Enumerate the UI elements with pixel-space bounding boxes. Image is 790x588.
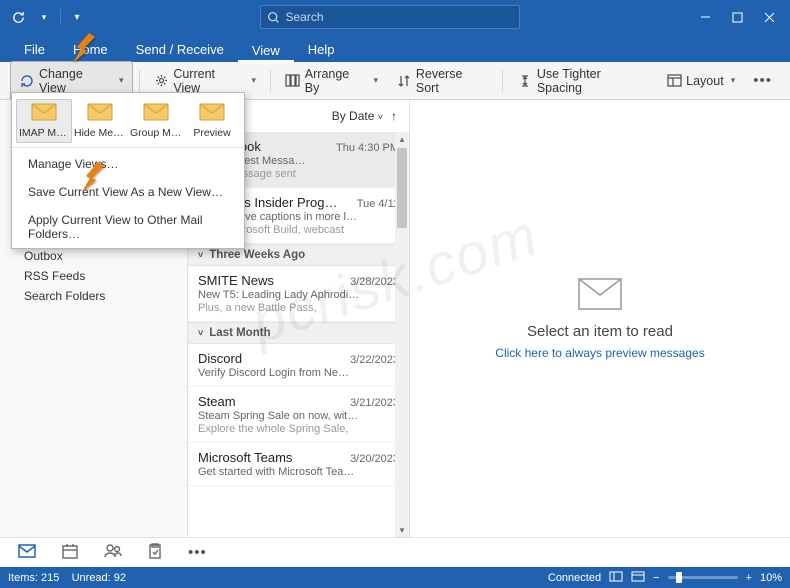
message-subject: Get started with Microsoft Tea… bbox=[198, 466, 399, 478]
message-item[interactable]: Steam 3/21/2023Steam Spring Sale on now, … bbox=[188, 387, 409, 443]
gear-icon bbox=[154, 73, 170, 89]
undo-icon[interactable]: ▾ bbox=[32, 5, 56, 29]
scroll-down-icon[interactable]: ▾ bbox=[395, 523, 409, 537]
message-subject: Verify Discord Login from Ne… bbox=[198, 367, 399, 379]
envelope-icon bbox=[577, 277, 623, 311]
message-from: Microsoft Teams bbox=[198, 450, 292, 465]
envelope-icon bbox=[30, 103, 58, 123]
message-date: 3/28/2023 bbox=[350, 276, 399, 288]
always-preview-link[interactable]: Click here to always preview messages bbox=[495, 346, 704, 360]
tighter-spacing-button[interactable]: Use Tighter Spacing bbox=[509, 62, 656, 100]
gallery-view-item[interactable]: Group Me… bbox=[128, 99, 184, 143]
message-from: Discord bbox=[198, 351, 242, 366]
sidebar-item-search-folders[interactable]: Search Folders bbox=[0, 286, 187, 306]
people-nav-icon[interactable] bbox=[104, 543, 122, 562]
message-group-header[interactable]: ˅Last Month bbox=[188, 322, 409, 344]
chevron-down-icon: ▾ bbox=[731, 75, 736, 86]
change-view-icon bbox=[19, 73, 35, 89]
envelope-icon bbox=[86, 103, 114, 123]
scrollbar[interactable]: ▴ ▾ bbox=[395, 132, 409, 537]
qa-overflow-icon[interactable]: ▾ bbox=[65, 5, 89, 29]
message-item[interactable]: SMITE News 3/28/2023New T5: Leading Lady … bbox=[188, 266, 409, 322]
change-view-gallery: IMAP Mes…Hide Mess…Group Me…Preview Mana… bbox=[11, 92, 245, 249]
title-bar: ▾ ▾ Search bbox=[0, 0, 790, 34]
close-icon[interactable] bbox=[754, 5, 784, 29]
arrange-by-button[interactable]: Arrange By▾ bbox=[277, 62, 386, 100]
zoom-slider[interactable] bbox=[668, 576, 738, 579]
sort-direction-button[interactable]: ↑ bbox=[391, 109, 397, 123]
nav-overflow-icon[interactable]: ••• bbox=[188, 544, 207, 561]
status-connected: Connected bbox=[548, 572, 601, 584]
gallery-view-item[interactable]: IMAP Mes… bbox=[16, 99, 72, 143]
menu-home[interactable]: Home bbox=[59, 37, 122, 62]
message-date: Tue 4/11 bbox=[357, 198, 399, 210]
message-date: 3/20/2023 bbox=[350, 453, 399, 465]
ribbon-overflow-button[interactable]: ••• bbox=[745, 67, 780, 94]
zoom-in-button[interactable]: + bbox=[746, 572, 752, 584]
gallery-item-label: IMAP Mes… bbox=[17, 127, 71, 139]
sidebar-item-outbox[interactable]: Outbox bbox=[0, 246, 187, 266]
layout-icon bbox=[666, 73, 682, 89]
message-subject: New T5: Leading Lady Aphrodi… bbox=[198, 289, 399, 301]
gallery-view-item[interactable]: Hide Mess… bbox=[72, 99, 128, 143]
sort-icon bbox=[396, 73, 412, 89]
zoom-level: 10% bbox=[760, 572, 782, 584]
message-date: 3/22/2023 bbox=[350, 354, 399, 366]
scroll-thumb[interactable] bbox=[397, 148, 407, 228]
menu-view[interactable]: View bbox=[238, 38, 294, 63]
gallery-item-label: Preview bbox=[184, 127, 240, 139]
envelope-icon bbox=[198, 103, 226, 123]
gallery-item-label: Hide Mess… bbox=[72, 127, 128, 139]
chevron-down-icon: ▾ bbox=[374, 75, 379, 86]
refresh-icon[interactable] bbox=[6, 5, 30, 29]
status-unread: Unread: 92 bbox=[72, 572, 126, 584]
message-preview: Explore the whole Spring Sale, bbox=[198, 423, 399, 435]
gallery-view-item[interactable]: Preview bbox=[184, 99, 240, 143]
message-from: SMITE News bbox=[198, 273, 274, 288]
message-date: 3/21/2023 bbox=[350, 397, 399, 409]
manage-views-item[interactable]: Manage Views… bbox=[12, 150, 244, 178]
layout-button[interactable]: Layout▾ bbox=[658, 68, 743, 94]
message-date: Thu 4:30 PM bbox=[336, 142, 399, 154]
calendar-nav-icon[interactable] bbox=[62, 543, 78, 563]
status-bar: Items: 215 Unread: 92 Connected − + 10% bbox=[0, 567, 790, 588]
sidebar-item-rss[interactable]: RSS Feeds bbox=[0, 266, 187, 286]
envelope-icon bbox=[142, 103, 170, 123]
reading-pane-title: Select an item to read bbox=[527, 323, 673, 340]
save-view-item[interactable]: Save Current View As a New View… bbox=[12, 178, 244, 206]
maximize-icon[interactable] bbox=[722, 5, 752, 29]
menu-send-receive[interactable]: Send / Receive bbox=[122, 37, 238, 62]
message-preview: Plus, a new Battle Pass, bbox=[198, 302, 399, 314]
message-subject: Steam Spring Sale on now, wit… bbox=[198, 410, 399, 422]
search-input[interactable]: Search bbox=[260, 5, 520, 29]
mail-nav-icon[interactable] bbox=[18, 544, 36, 562]
chevron-down-icon: ˅ bbox=[198, 328, 203, 338]
scroll-up-icon[interactable]: ▴ bbox=[395, 132, 409, 146]
tasks-nav-icon[interactable] bbox=[148, 543, 162, 563]
reverse-sort-button[interactable]: Reverse Sort bbox=[388, 62, 496, 100]
nav-bar: ••• bbox=[0, 537, 790, 567]
gallery-item-label: Group Me… bbox=[128, 127, 184, 139]
columns-icon bbox=[285, 73, 301, 89]
message-item[interactable]: Microsoft Teams 3/20/2023Get started with… bbox=[188, 443, 409, 486]
message-item[interactable]: Discord 3/22/2023Verify Discord Login fro… bbox=[188, 344, 409, 387]
zoom-out-button[interactable]: − bbox=[653, 572, 659, 584]
chevron-down-icon: ▾ bbox=[119, 75, 124, 86]
menu-help[interactable]: Help bbox=[294, 37, 349, 62]
reading-pane: Select an item to read Click here to alw… bbox=[410, 100, 790, 537]
view-reading-icon[interactable] bbox=[631, 571, 645, 585]
chevron-down-icon: ˅ bbox=[198, 250, 203, 260]
status-items: Items: 215 bbox=[8, 572, 59, 584]
apply-view-item[interactable]: Apply Current View to Other Mail Folders… bbox=[12, 206, 244, 248]
menu-bar: File Home Send / Receive View Help bbox=[0, 34, 790, 62]
menu-file[interactable]: File bbox=[10, 37, 59, 62]
minimize-icon[interactable] bbox=[690, 5, 720, 29]
message-from: Steam bbox=[198, 394, 236, 409]
chevron-down-icon: ▾ bbox=[251, 75, 256, 86]
spacing-icon bbox=[517, 73, 533, 89]
view-normal-icon[interactable] bbox=[609, 571, 623, 585]
search-placeholder: Search bbox=[286, 10, 324, 24]
sort-by-button[interactable]: By Date ˅ bbox=[332, 109, 383, 123]
